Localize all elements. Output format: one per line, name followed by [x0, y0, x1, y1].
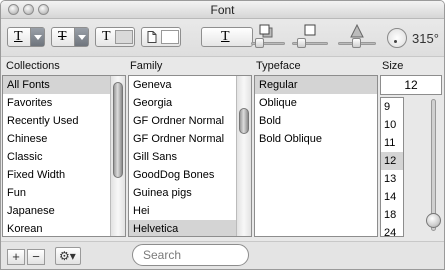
strikethrough-icon: T [58, 29, 67, 44]
collections-scroll-thumb[interactable] [113, 82, 123, 178]
shadow-opacity-knob[interactable] [255, 38, 264, 48]
family-list: Geneva Georgia GF Ordner Normal GF Ordne… [128, 75, 252, 237]
document-color-button[interactable] [141, 27, 181, 47]
font-panel-window: Font T T T T 315° Collections Family Typ… [0, 0, 445, 270]
typeface-header: Typeface [256, 60, 301, 72]
shadow-angle-value: 315° [412, 31, 439, 46]
strikethrough-popup-button[interactable]: T [51, 27, 89, 47]
list-item[interactable]: GF Ordner Normal [129, 112, 251, 130]
text-color-button[interactable]: T [95, 27, 135, 47]
list-item[interactable]: Regular [255, 76, 377, 94]
size-header: Size [382, 60, 404, 72]
title-bar: Font [1, 1, 444, 19]
list-item[interactable]: Geneva [129, 76, 251, 94]
family-scroll-thumb[interactable] [239, 108, 249, 134]
collections-list: All Fonts Favorites Recently Used Chines… [2, 75, 126, 237]
list-item[interactable]: Oblique [255, 94, 377, 112]
list-item[interactable]: 13 [381, 170, 403, 188]
remove-collection-button[interactable]: − [27, 249, 45, 265]
list-item[interactable]: GF Ordner Normal [129, 130, 251, 148]
shadow-blur-icon [304, 24, 318, 41]
underline-icon: T [14, 29, 23, 44]
list-item[interactable]: 11 [381, 134, 403, 152]
document-color-swatch [161, 30, 179, 44]
list-item[interactable]: Guinea pigs [129, 184, 251, 202]
size-list: 9 10 11 12 13 14 18 24 [380, 97, 404, 237]
text-shadow-button[interactable]: T [201, 27, 253, 47]
shadow-offset-knob[interactable] [352, 38, 361, 48]
document-color-icon [147, 31, 157, 46]
action-menu-button[interactable]: ⚙▾ [55, 247, 81, 265]
list-item[interactable]: 14 [381, 188, 403, 206]
list-item[interactable]: Bold [255, 112, 377, 130]
list-item[interactable]: Helvetica [129, 220, 251, 236]
list-item[interactable]: Favorites [3, 94, 125, 112]
list-item[interactable]: 24 [381, 224, 403, 236]
list-item[interactable]: Georgia [129, 94, 251, 112]
list-item[interactable]: Recently Used [3, 112, 125, 130]
size-field[interactable]: 12 [380, 75, 442, 95]
search-input[interactable] [132, 244, 249, 266]
typeface-list: Regular Oblique Bold Bold Oblique [254, 75, 378, 237]
list-item[interactable]: Fun [3, 184, 125, 202]
list-item[interactable]: Hei [129, 202, 251, 220]
window-title: Font [210, 3, 235, 17]
list-item[interactable]: 10 [381, 116, 403, 134]
list-item[interactable]: Japanese [3, 202, 125, 220]
size-slider-knob[interactable] [426, 213, 441, 228]
text-color-swatch [115, 30, 133, 44]
size-slider[interactable] [431, 99, 436, 231]
shadow-blur-knob[interactable] [297, 38, 306, 48]
list-item[interactable]: Classic [3, 148, 125, 166]
list-item[interactable]: Chinese [3, 130, 125, 148]
family-header: Family [130, 60, 163, 72]
list-item[interactable]: Fixed Width [3, 166, 125, 184]
shadow-angle-dial[interactable] [387, 28, 407, 48]
list-item[interactable]: All Fonts [3, 76, 125, 94]
list-item[interactable]: 12 [381, 152, 403, 170]
list-item[interactable]: Bold Oblique [255, 130, 377, 148]
list-item[interactable]: 18 [381, 206, 403, 224]
collections-scrollbar[interactable] [110, 76, 125, 236]
collections-header: Collections [6, 60, 60, 72]
underline-popup-button[interactable]: T [7, 27, 45, 47]
add-collection-button[interactable]: + [7, 249, 25, 265]
chevron-down-icon [30, 28, 44, 46]
list-item[interactable]: Gill Sans [129, 148, 251, 166]
list-item[interactable]: GoodDog Bones [129, 166, 251, 184]
text-shadow-icon: T [221, 29, 230, 44]
toolbar: T T T T 315° [1, 19, 444, 57]
list-item[interactable]: Korean [3, 220, 125, 236]
text-color-icon: T [102, 29, 111, 44]
chevron-down-icon [74, 28, 88, 46]
list-item[interactable]: 9 [381, 98, 403, 116]
family-scrollbar[interactable] [236, 76, 251, 236]
